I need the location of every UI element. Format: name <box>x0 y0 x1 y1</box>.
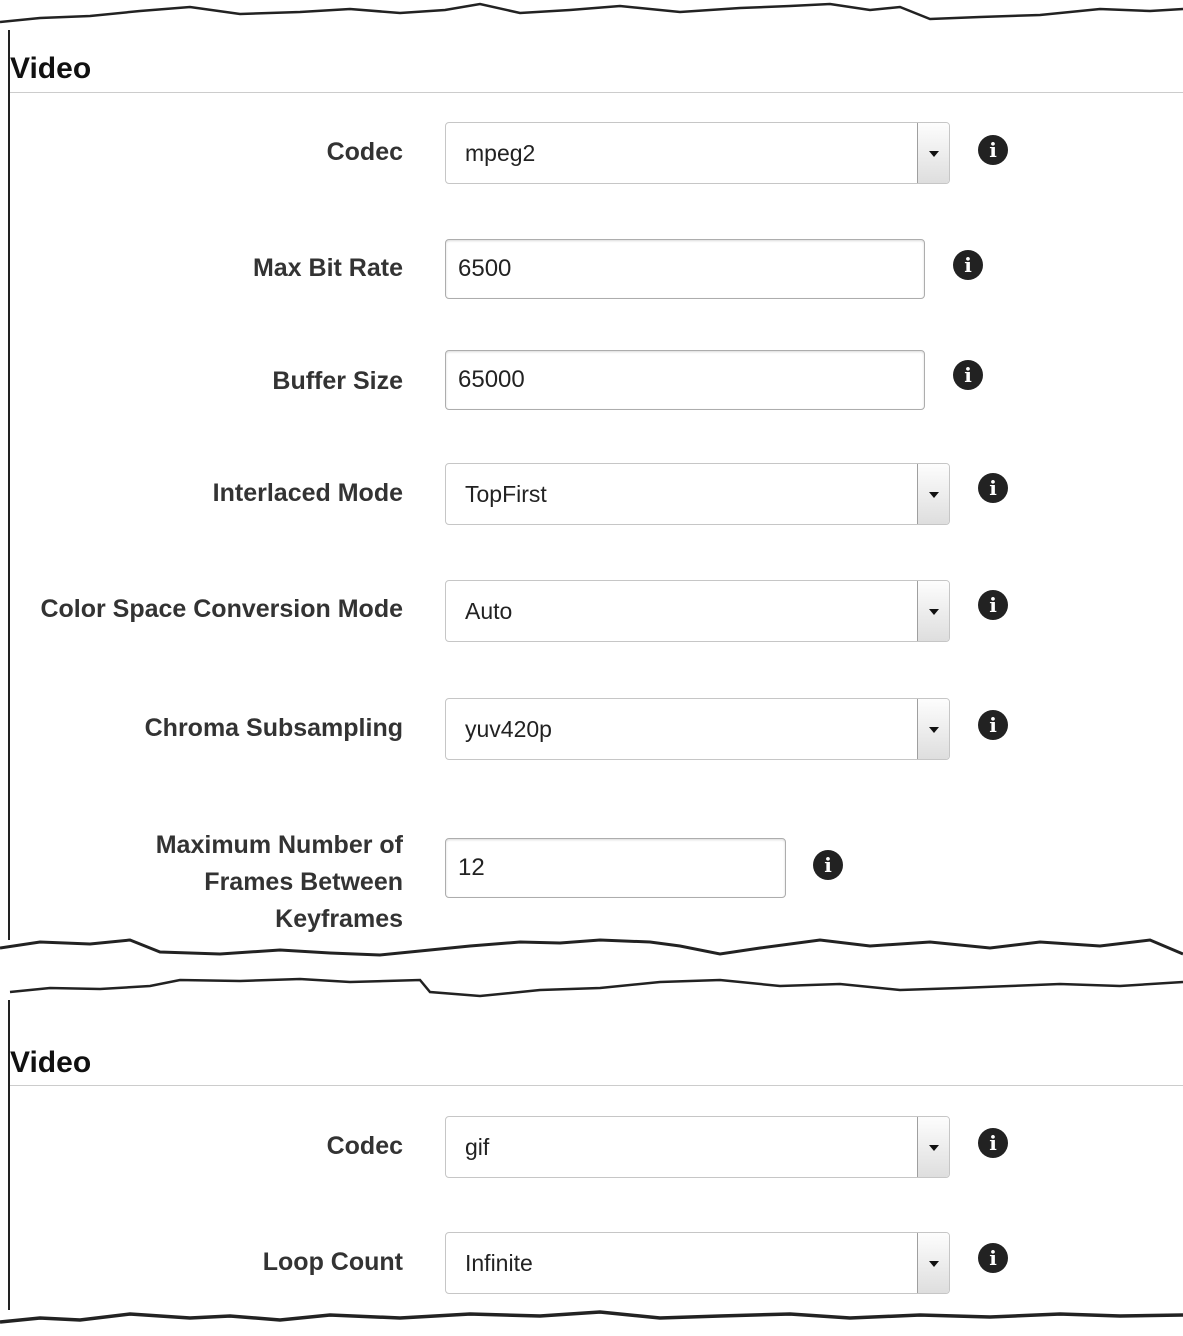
loop-count-select[interactable]: Infinite <box>445 1232 950 1294</box>
codec-select-2[interactable]: gif <box>445 1116 950 1178</box>
interlaced-mode-label: Interlaced Mode <box>212 479 403 507</box>
chevron-down-icon[interactable] <box>917 581 949 641</box>
section-divider-2 <box>10 1085 1183 1086</box>
torn-edge-top-2 <box>9 977 1183 998</box>
color-space-conversion-mode-select-value: Auto <box>465 598 513 624</box>
chevron-down-icon[interactable] <box>917 1117 949 1177</box>
info-icon[interactable]: i <box>953 250 983 280</box>
interlaced-mode-select[interactable]: TopFirst <box>445 463 950 525</box>
max-frames-between-keyframes-input[interactable] <box>445 838 786 898</box>
loop-count-label: Loop Count <box>262 1248 403 1276</box>
torn-edge-bottom-2 <box>0 1310 1183 1324</box>
info-icon[interactable]: i <box>978 473 1008 503</box>
buffer-size-label: Buffer Size <box>272 367 403 395</box>
info-icon[interactable]: i <box>953 360 983 390</box>
codec-select-value: mpeg2 <box>465 140 536 166</box>
chevron-down-icon[interactable] <box>917 464 949 524</box>
codec-label: Codec <box>326 138 403 166</box>
info-icon[interactable]: i <box>813 850 843 880</box>
section-title-2: Video <box>10 1046 92 1079</box>
codec-select-value-2: gif <box>465 1134 490 1160</box>
codec-label-2: Codec <box>326 1132 403 1160</box>
max-bit-rate-label: Max Bit Rate <box>252 254 403 282</box>
section-divider <box>10 92 1183 93</box>
info-icon[interactable]: i <box>978 135 1008 165</box>
loop-count-select-value: Infinite <box>465 1250 533 1276</box>
color-space-conversion-mode-label: Color Space Conversion Mode <box>40 595 403 623</box>
chroma-subsampling-select[interactable]: yuv420p <box>445 698 950 760</box>
chevron-down-icon[interactable] <box>917 699 949 759</box>
info-icon[interactable]: i <box>978 1128 1008 1158</box>
chevron-down-icon[interactable] <box>917 123 949 183</box>
chroma-subsampling-label: Chroma Subsampling <box>144 714 403 742</box>
color-space-conversion-mode-select[interactable]: Auto <box>445 580 950 642</box>
interlaced-mode-select-value: TopFirst <box>465 481 547 507</box>
chroma-subsampling-select-value: yuv420p <box>465 716 552 742</box>
buffer-size-input[interactable] <box>445 350 925 410</box>
info-icon[interactable]: i <box>978 1243 1008 1273</box>
torn-edge-top <box>0 2 1183 24</box>
section-left-border <box>8 30 10 940</box>
chevron-down-icon[interactable] <box>917 1233 949 1293</box>
section-title: Video <box>10 52 92 85</box>
info-icon[interactable]: i <box>978 710 1008 740</box>
info-icon[interactable]: i <box>978 590 1008 620</box>
codec-select[interactable]: mpeg2 <box>445 122 950 184</box>
max-bit-rate-input[interactable] <box>445 239 925 299</box>
max-frames-between-keyframes-label: Maximum Number of Frames Between Keyfram… <box>155 831 403 933</box>
